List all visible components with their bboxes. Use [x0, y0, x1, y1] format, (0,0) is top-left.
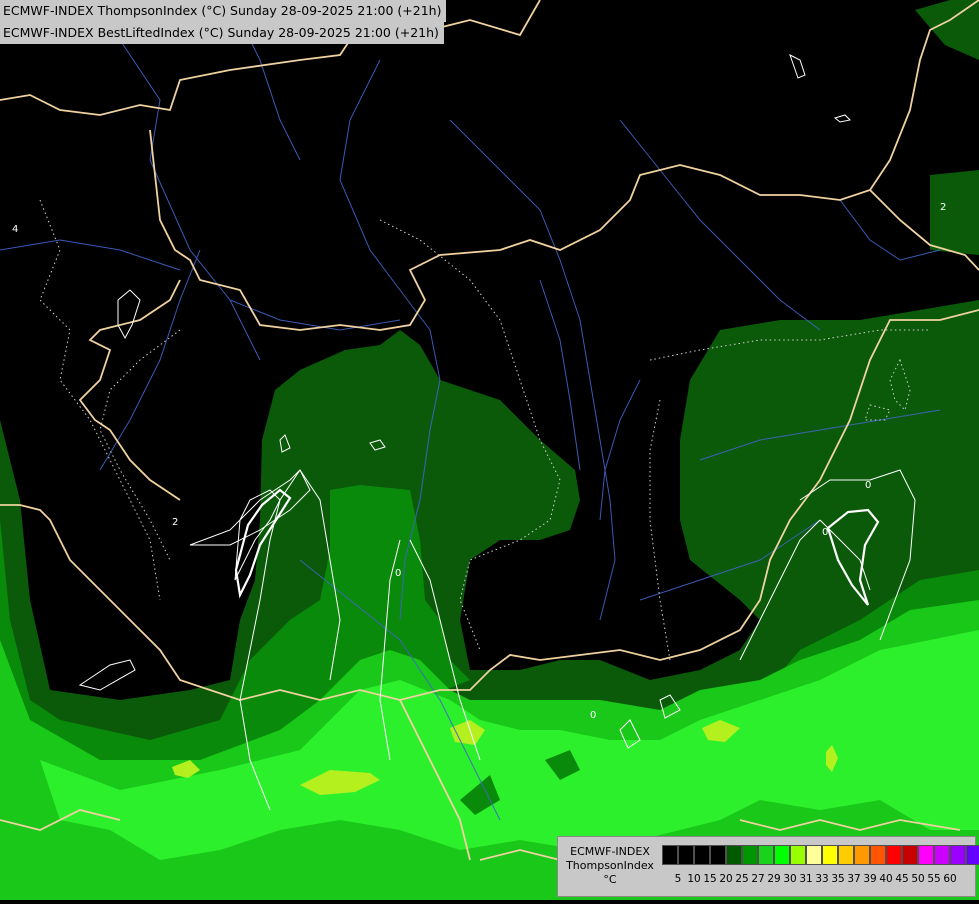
legend-swatch: [694, 845, 710, 865]
legend-swatch: [934, 845, 950, 865]
contour-label: 0: [865, 480, 871, 491]
legend-swatch: [886, 845, 902, 865]
map-canvas: 4 2 2 0 0 0 0: [0, 0, 979, 900]
map-title-best-lifted-index: ECMWF-INDEX BestLiftedIndex (°C) Sunday …: [0, 22, 444, 44]
legend-swatch: [726, 845, 742, 865]
legend-title-unit: °C: [603, 873, 617, 886]
legend-swatch: [774, 845, 790, 865]
legend-title-parameter: ThompsonIndex: [566, 859, 654, 872]
weather-map: 4 2 2 0 0 0 0 ECMWF-INDEX ThompsonIndex …: [0, 0, 979, 900]
contour-label: 2: [940, 202, 946, 213]
legend-swatch: [790, 845, 806, 865]
contour-label: 0: [590, 710, 596, 721]
legend-swatch: [662, 845, 678, 865]
legend-swatch: [838, 845, 854, 865]
legend-swatch: [806, 845, 822, 865]
legend-swatch: [758, 845, 774, 865]
contour-label: 2: [172, 517, 178, 528]
legend-title-model: ECMWF-INDEX: [570, 845, 650, 858]
legend-swatch: [918, 845, 934, 865]
legend-swatch: [966, 845, 979, 865]
map-title-thompson-index: ECMWF-INDEX ThompsonIndex (°C) Sunday 28…: [0, 0, 447, 22]
legend-title: ECMWF-INDEX ThompsonIndex °C: [560, 845, 660, 887]
legend-swatch: [950, 845, 966, 865]
legend-swatch: [742, 845, 758, 865]
legend-swatch: [870, 845, 886, 865]
legend-swatch: [710, 845, 726, 865]
field-dark-green-ne: [930, 170, 979, 255]
contour-label: 0: [395, 568, 401, 579]
legend-swatch: [678, 845, 694, 865]
legend-tick-label: 60: [943, 873, 957, 885]
legend-swatch: [902, 845, 918, 865]
legend-swatches: [662, 845, 979, 865]
contour-label: 0: [822, 527, 828, 538]
contour-label: 4: [12, 224, 18, 235]
legend-swatch: [854, 845, 870, 865]
legend-swatch: [822, 845, 838, 865]
color-legend: ECMWF-INDEX ThompsonIndex °C 5 10 15 20 25 27…: [557, 836, 979, 897]
